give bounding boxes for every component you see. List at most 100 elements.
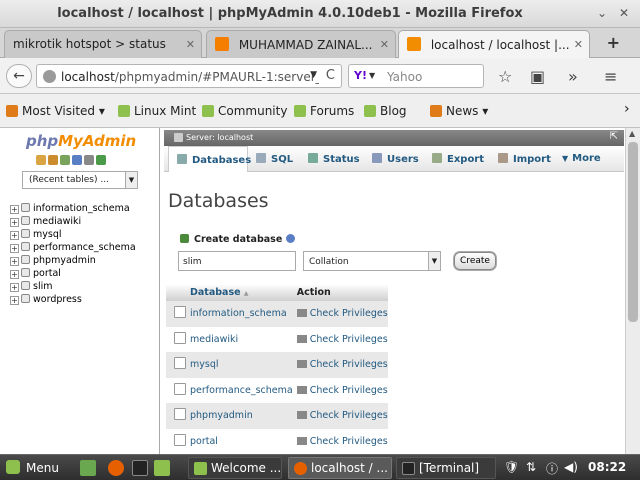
server-breadcrumb[interactable]: Server: localhost ⇱ — [164, 130, 624, 146]
menu-icon[interactable]: ≡ — [604, 67, 617, 86]
settings-icon[interactable] — [84, 155, 94, 165]
tab-status[interactable]: Status — [308, 146, 360, 172]
task-firefox[interactable]: localhost / ... — [288, 457, 392, 479]
expand-icon[interactable]: + — [10, 218, 19, 227]
logout-icon[interactable] — [48, 155, 58, 165]
database-link[interactable]: mysql — [186, 352, 293, 378]
database-link[interactable]: performance_schema — [186, 377, 293, 403]
query-window-icon[interactable] — [60, 155, 70, 165]
url-bar[interactable]: localhost/phpmyadmin/#PMAURL-1:server_ ▼… — [36, 64, 342, 88]
check-privileges-link[interactable]: Check Privileges — [292, 403, 388, 429]
help-icon[interactable] — [286, 234, 296, 243]
tab-databases[interactable]: Databases — [168, 146, 251, 172]
database-name-input[interactable]: slim — [178, 251, 296, 271]
show-desktop-icon[interactable] — [80, 460, 96, 476]
tree-db-item[interactable]: + slim — [10, 281, 136, 294]
shield-icon[interactable]: 🛡 — [504, 460, 519, 474]
search-engine-dropdown-icon[interactable]: ▼ — [369, 71, 375, 80]
home-icon[interactable] — [36, 155, 46, 165]
phpmyadmin-logo[interactable]: phpMyAdmin — [26, 132, 136, 150]
expand-icon[interactable]: + — [10, 270, 19, 279]
scrollbar-thumb[interactable] — [628, 142, 638, 322]
check-privileges-link[interactable]: Check Privileges — [292, 428, 388, 454]
expand-icon[interactable]: + — [10, 283, 19, 292]
bookmark-forums[interactable]: Forums — [294, 104, 354, 118]
bookmark-star-icon[interactable]: ☆ — [498, 67, 512, 86]
check-privileges-link[interactable]: Check Privileges — [292, 352, 388, 378]
row-checkbox[interactable] — [174, 382, 186, 395]
bookmark-most-visited[interactable]: Most Visited ▾ — [6, 104, 105, 118]
reload-icon[interactable]: C — [326, 68, 335, 83]
bookmark-blog[interactable]: Blog — [364, 104, 407, 118]
row-checkbox[interactable] — [174, 408, 186, 421]
tab-import[interactable]: Import — [498, 146, 551, 172]
expand-icon[interactable]: + — [10, 205, 19, 214]
files-icon[interactable] — [154, 460, 170, 476]
tab-sql[interactable]: SQL — [256, 146, 293, 172]
tab-blogger[interactable]: MUHAMMAD ZAINAL... ✕ — [206, 30, 396, 58]
url-text[interactable]: localhost/phpmyadmin/#PMAURL-1:server_ — [61, 70, 319, 84]
task-terminal[interactable]: [Terminal] — [396, 457, 496, 479]
volume-icon[interactable]: ◀) — [564, 460, 578, 474]
sort-icon[interactable]: ▲ — [244, 290, 249, 297]
reading-list-icon[interactable]: ▣ — [530, 67, 545, 86]
dropdown-icon[interactable]: ▼ — [428, 252, 440, 270]
bookmark-news[interactable]: News ▾ — [430, 104, 488, 118]
recent-tables-select[interactable]: (Recent tables) ... ▼ — [22, 171, 138, 189]
row-checkbox[interactable] — [174, 433, 186, 446]
check-privileges-link[interactable]: Check Privileges — [292, 377, 388, 403]
scroll-up-icon[interactable]: ▲ — [629, 129, 635, 138]
tree-db-item[interactable]: + mediawiki — [10, 216, 136, 229]
database-link[interactable]: phpmyadmin — [186, 403, 293, 429]
expand-icon[interactable]: + — [10, 231, 19, 240]
tree-db-item[interactable]: + mysql — [10, 229, 136, 242]
collapse-icon[interactable]: ⇱ — [610, 131, 618, 142]
create-button[interactable]: Create — [454, 252, 496, 270]
terminal-icon[interactable] — [132, 460, 148, 476]
expand-icon[interactable]: + — [10, 296, 19, 305]
overflow-icon[interactable]: » — [568, 67, 578, 86]
tree-db-item[interactable]: + information_schema — [10, 203, 136, 216]
page-scrollbar[interactable]: ▲ — [625, 128, 640, 454]
bookmark-community[interactable]: Community — [202, 104, 287, 118]
new-tab-button[interactable]: + — [607, 33, 620, 52]
dropdown-icon[interactable]: ▼ — [125, 172, 137, 188]
tab-more[interactable]: ▼ More — [562, 146, 601, 172]
tree-db-item[interactable]: + wordpress — [10, 294, 136, 307]
url-dropdown-icon[interactable]: ▼ — [310, 70, 317, 80]
collation-select[interactable]: Collation ▼ — [303, 251, 441, 271]
network-icon[interactable]: ⇅ — [526, 460, 536, 474]
back-button[interactable]: ← — [6, 64, 32, 88]
row-checkbox[interactable] — [174, 357, 186, 370]
tree-db-item[interactable]: + portal — [10, 268, 136, 281]
tab-phpmyadmin[interactable]: localhost / localhost |... ✕ — [398, 30, 590, 58]
row-checkbox[interactable] — [174, 331, 186, 344]
close-tab-icon[interactable]: ✕ — [186, 38, 195, 51]
update-icon[interactable]: ⓘ — [546, 460, 558, 477]
check-privileges-link[interactable]: Check Privileges — [292, 326, 388, 352]
database-link[interactable]: mediawiki — [186, 326, 293, 352]
database-link[interactable]: information_schema — [186, 301, 293, 327]
row-checkbox[interactable] — [174, 306, 186, 319]
tree-db-item[interactable]: + performance_schema — [10, 242, 136, 255]
close-window-button[interactable]: ✕ — [616, 5, 632, 21]
expand-icon[interactable]: + — [10, 257, 19, 266]
search-bar[interactable]: Y! ▼ Yahoo — [348, 64, 484, 88]
bookmark-linux-mint[interactable]: Linux Mint — [118, 104, 196, 118]
check-privileges-link[interactable]: Check Privileges — [292, 301, 388, 327]
tab-mikrotik[interactable]: mikrotik hotspot > status ✕ — [4, 30, 202, 58]
tab-export[interactable]: Export — [432, 146, 484, 172]
task-welcome[interactable]: Welcome ... — [188, 457, 282, 479]
docs-icon[interactable] — [72, 155, 82, 165]
close-tab-icon[interactable]: ✕ — [574, 38, 583, 51]
database-link[interactable]: portal — [186, 428, 293, 454]
clock[interactable]: 08:22 — [588, 460, 626, 474]
bookmarks-overflow-icon[interactable]: › — [624, 101, 630, 117]
close-tab-icon[interactable]: ✕ — [380, 38, 389, 51]
reload-nav-icon[interactable] — [96, 155, 106, 165]
minimize-button[interactable]: ⌄ — [594, 5, 610, 21]
database-column-header[interactable]: Database ▲ — [186, 284, 293, 301]
tab-users[interactable]: Users — [372, 146, 419, 172]
start-menu-button[interactable]: Menu — [6, 460, 59, 475]
tree-db-item[interactable]: + phpmyadmin — [10, 255, 136, 268]
